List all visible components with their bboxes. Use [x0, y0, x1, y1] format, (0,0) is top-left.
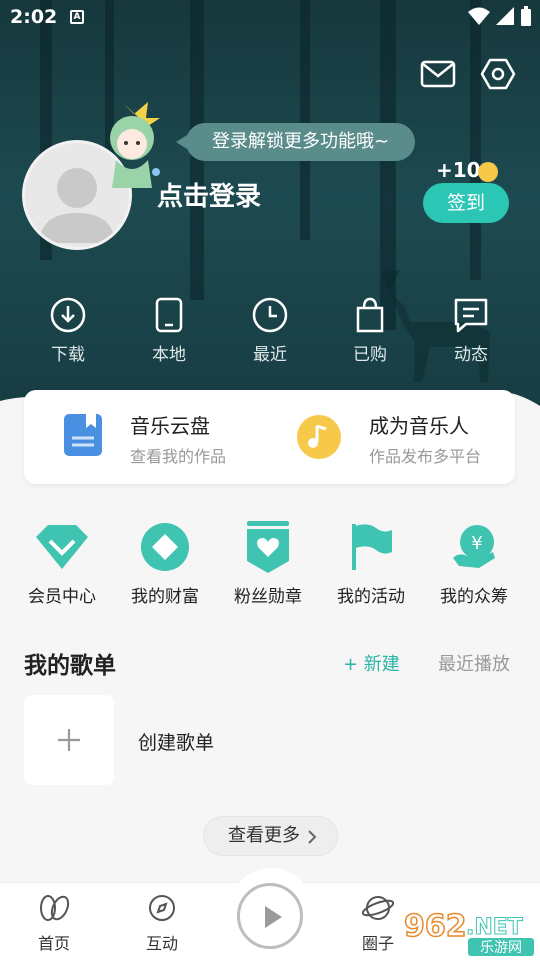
- recent-played-link[interactable]: 最近播放: [438, 650, 510, 676]
- bag-icon: [356, 297, 384, 333]
- quick-label: 下载: [51, 345, 85, 365]
- vip-diamond-icon: [36, 525, 88, 569]
- feature-label: 我的众筹: [440, 587, 508, 607]
- coin-icon: [478, 162, 498, 182]
- create-playlist-label[interactable]: 创建歌单: [138, 728, 214, 755]
- svg-text:乐游网: 乐游网: [480, 940, 522, 956]
- quick-label: 已购: [353, 345, 387, 365]
- tree-silhouette: [470, 0, 481, 280]
- play-button[interactable]: [237, 883, 303, 949]
- quick-label: 本地: [152, 345, 186, 365]
- svg-text:962: 962: [404, 909, 467, 944]
- tab-label: 互动: [145, 934, 178, 953]
- notification-icon: A: [70, 10, 84, 24]
- login-hint-bubble: 登录解锁更多功能哦~: [175, 123, 416, 161]
- site-watermark-logo: 962 .NET 乐游网: [403, 908, 534, 956]
- flag-icon: [352, 524, 392, 570]
- feature-label: 我的财富: [131, 587, 199, 607]
- tab-interact[interactable]: 互动: [122, 893, 202, 954]
- cloud-disk-item[interactable]: 音乐云盘 查看我的作品: [24, 390, 269, 484]
- quick-local[interactable]: 本地: [129, 296, 209, 365]
- plus-icon: [58, 729, 80, 751]
- quick-label: 动态: [454, 345, 488, 365]
- cloud-disk-title: 音乐云盘: [130, 414, 210, 438]
- status-time: 2:02: [10, 6, 58, 28]
- feature-wealth[interactable]: 我的财富: [119, 520, 211, 607]
- signin-bonus: +10: [436, 158, 481, 182]
- battery-icon: [521, 6, 531, 26]
- musician-item[interactable]: 成为音乐人 作品发布多平台: [269, 390, 515, 484]
- status-bar: 2:02 A: [0, 0, 540, 36]
- quick-feed[interactable]: 动态: [431, 296, 511, 365]
- svg-text:.NET: .NET: [466, 915, 523, 940]
- message-icon: [454, 298, 488, 333]
- quick-download[interactable]: 下载: [28, 296, 108, 365]
- wealth-icon: [141, 523, 189, 571]
- view-more-label: 查看更多: [228, 825, 300, 846]
- create-playlist-button[interactable]: [24, 695, 114, 785]
- tab-label: 首页: [37, 934, 70, 953]
- feature-fan-badge[interactable]: 粉丝勋章: [222, 520, 314, 607]
- download-icon: [50, 297, 86, 333]
- settings-hexagon-icon[interactable]: [480, 58, 516, 90]
- feature-activity[interactable]: 我的活动: [325, 520, 417, 607]
- tab-home[interactable]: 首页: [14, 893, 94, 954]
- music-note-icon: [297, 415, 341, 459]
- view-more-button[interactable]: 查看更多: [203, 816, 338, 856]
- planet-icon: [361, 896, 395, 920]
- signin-button[interactable]: 签到: [423, 183, 509, 223]
- quick-label: 最近: [253, 345, 287, 365]
- cloud-disk-subtitle: 查看我的作品: [130, 447, 227, 466]
- clock-icon: [252, 297, 288, 333]
- home-leaf-icon: [40, 895, 70, 921]
- mail-icon[interactable]: [420, 58, 456, 90]
- bookmark-book-icon: [64, 414, 102, 456]
- compass-icon: [149, 895, 175, 921]
- feature-vip[interactable]: 会员中心: [16, 520, 108, 607]
- wifi-icon: [468, 7, 490, 25]
- svg-text:¥: ¥: [471, 533, 482, 554]
- login-title[interactable]: 点击登录: [157, 176, 261, 213]
- feature-crowdfund[interactable]: ¥ 我的众筹: [428, 520, 520, 607]
- feature-label: 粉丝勋章: [234, 587, 302, 607]
- feature-label: 会员中心: [28, 587, 96, 607]
- phone-icon: [155, 297, 183, 333]
- musician-title: 成为音乐人: [369, 414, 469, 438]
- quick-purchased[interactable]: 已购: [330, 296, 410, 365]
- playlists-title: 我的歌单: [24, 653, 116, 679]
- new-playlist-button[interactable]: + 新建: [343, 650, 400, 676]
- signal-icon: [496, 7, 514, 25]
- mascot-character: [110, 102, 160, 188]
- musician-subtitle: 作品发布多平台: [369, 447, 482, 466]
- heart-badge-icon: [247, 521, 289, 573]
- crowdfund-icon: ¥: [453, 525, 495, 568]
- chevron-right-icon: [308, 830, 317, 844]
- feature-label: 我的活动: [337, 587, 405, 607]
- tree-silhouette: [300, 0, 310, 240]
- quick-recent[interactable]: 最近: [230, 296, 310, 365]
- music-card: 音乐云盘 查看我的作品 成为音乐人 作品发布多平台: [24, 390, 515, 484]
- play-icon: [265, 906, 282, 928]
